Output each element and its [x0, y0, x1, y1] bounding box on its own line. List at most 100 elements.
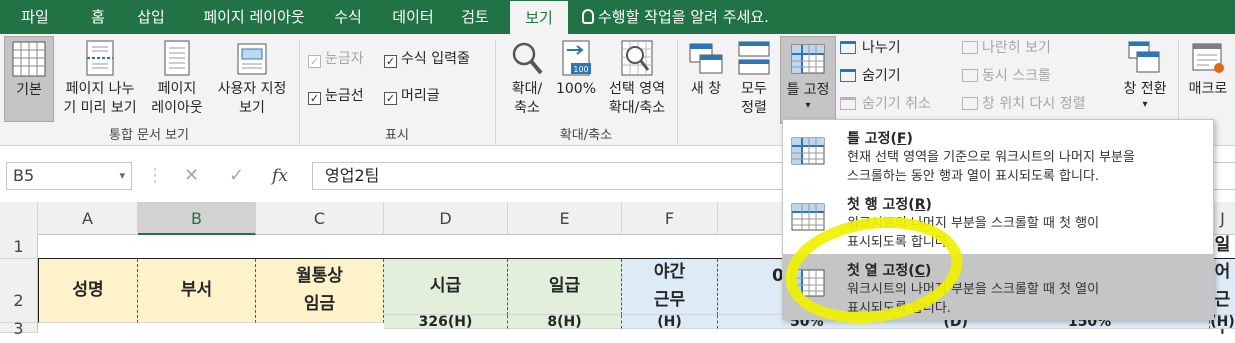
custom-views-icon: [235, 40, 269, 76]
tab-review[interactable]: 검토: [452, 0, 498, 34]
normal-view-button[interactable]: 기본: [4, 36, 54, 122]
switch-windows-label: 창 전환: [1123, 81, 1167, 97]
column-header-a[interactable]: A: [38, 202, 138, 235]
menu-item-title: 틀 고정: [847, 131, 891, 147]
cell-e2[interactable]: 일급: [508, 259, 622, 315]
column-header-f[interactable]: F: [622, 202, 718, 235]
arrange-label-2: 정렬: [741, 100, 767, 116]
unhide-label: 숨기기 취소: [862, 96, 931, 112]
gridlines-checkbox[interactable]: ✓ 눈금선: [308, 84, 364, 108]
tell-me-box[interactable]: 수행할 작업을 알려 주세요.: [582, 0, 769, 34]
menu-item-shortcut: R: [914, 197, 926, 213]
row-header-1[interactable]: 1: [0, 235, 38, 259]
arrange-label-1: 모두: [741, 81, 767, 97]
normal-view-icon: [12, 41, 46, 77]
new-window-label: 새 창: [690, 81, 722, 97]
check-icon: ✓: [384, 55, 397, 68]
tab-data[interactable]: 데이터: [382, 0, 444, 34]
zoom-100-badge: 100: [573, 65, 588, 74]
switch-windows-icon: [1128, 40, 1162, 76]
custom-views-label-1: 사용자 지정: [217, 81, 287, 97]
cell-c2-line1: 월통상: [296, 266, 343, 287]
arrange-all-button[interactable]: 모두 정렬: [732, 36, 776, 118]
freeze-panes-label: 틀 고정: [786, 82, 830, 98]
hide-button[interactable]: 숨기기: [840, 64, 901, 88]
page-layout-icon: [160, 40, 194, 76]
reset-window-position-button[interactable]: 창 위치 다시 정렬: [962, 92, 1086, 116]
ruler-checkbox[interactable]: ✓ 눈금자: [308, 47, 364, 71]
column-header-d[interactable]: D: [384, 202, 508, 235]
row-header-2[interactable]: 2: [0, 259, 38, 323]
zoom-selection-label-2: 확대/축소: [608, 100, 666, 116]
group-label-zoom: 확대/축소: [559, 128, 613, 143]
cell-b2[interactable]: 부서: [138, 259, 256, 323]
zoom-selection-icon: [620, 40, 654, 76]
menu-item-freeze-panes[interactable]: 틀 고정(F) 현재 선택 영역을 기준으로 워크시트의 나머지 부분을 스크롤하…: [783, 122, 1213, 187]
row-header-3[interactable]: 3: [0, 321, 38, 337]
lightbulb-icon: [582, 9, 594, 24]
zoom-100-button[interactable]: 100 100%: [554, 36, 598, 99]
new-window-button[interactable]: 새 창: [684, 36, 728, 99]
headings-checkbox[interactable]: ✓ 머리글: [384, 84, 440, 108]
cancel-icon[interactable]: ✕: [184, 162, 199, 190]
hide-icon: [840, 69, 856, 82]
chevron-down-icon[interactable]: ▾: [119, 163, 125, 189]
cell-c2[interactable]: 월통상 임금: [256, 259, 384, 323]
synchronous-scrolling-button[interactable]: 동시 스크롤: [962, 64, 1051, 88]
normal-view-label: 기본: [16, 82, 42, 98]
unhide-icon: [840, 97, 856, 110]
sync-scroll-label: 동시 스크롤: [982, 68, 1051, 84]
tab-formulas[interactable]: 수식: [326, 0, 370, 34]
reset-position-label: 창 위치 다시 정렬: [982, 96, 1086, 112]
switch-windows-button[interactable]: 창 전환 ▾: [1116, 36, 1174, 111]
column-header-b[interactable]: B: [138, 202, 256, 235]
chevron-down-icon: ▾: [805, 100, 811, 111]
select-all-button[interactable]: [0, 202, 38, 235]
tab-page-layout[interactable]: 페이지 레이아웃: [186, 0, 322, 34]
zoom-button[interactable]: 확대/ 축소: [500, 36, 554, 118]
tab-home[interactable]: 홈: [78, 0, 118, 34]
page-break-label-2: 기 미리 보기: [63, 100, 137, 116]
cell-f2-line2: 근무: [653, 289, 686, 310]
tab-insert[interactable]: 삽입: [128, 0, 174, 34]
split-icon: [840, 41, 856, 54]
page-break-preview-button[interactable]: 페이지 나누 기 미리 보기: [56, 36, 144, 118]
cell-d2[interactable]: 시급: [384, 259, 508, 315]
check-icon: ✓: [384, 92, 397, 105]
magnifier-icon: [510, 40, 544, 76]
unhide-button[interactable]: 숨기기 취소: [840, 92, 931, 116]
zoom-100-icon: 100: [559, 40, 593, 76]
column-header-c[interactable]: C: [256, 202, 384, 235]
page-layout-label-1: 페이지: [157, 81, 197, 97]
ribbon-tab-bar: 파일 홈 삽입 페이지 레이아웃 수식 데이터 검토 보기 수행할 작업을 알려…: [0, 0, 1235, 34]
menu-item-title: 첫 행 고정: [847, 197, 909, 213]
freeze-panes-icon: [791, 136, 827, 168]
split-button[interactable]: 나누기: [840, 36, 901, 60]
zoom-100-label: 100%: [555, 81, 597, 97]
custom-views-label-2: 보기: [239, 100, 265, 116]
page-break-label-1: 페이지 나누: [65, 81, 135, 97]
cell-f2[interactable]: 야간 근무: [622, 259, 718, 315]
view-side-by-side-button[interactable]: 나란히 보기: [962, 36, 1051, 60]
group-label-workbook-views: 통합 문서 보기: [108, 128, 190, 143]
zoom-selection-label-1: 선택 영역: [609, 81, 665, 97]
freeze-panes-icon: [791, 41, 825, 77]
freeze-panes-button[interactable]: 틀 고정 ▾: [780, 36, 836, 124]
column-header-e[interactable]: E: [508, 202, 622, 235]
macros-button[interactable]: 매크로: [1182, 36, 1234, 99]
tab-view[interactable]: 보기: [510, 1, 568, 34]
page-layout-button[interactable]: 페이지 레이아웃: [146, 36, 208, 118]
freeze-top-row-icon: [791, 202, 827, 234]
insert-function-icon[interactable]: fx: [272, 162, 288, 190]
tab-file[interactable]: 파일: [12, 0, 58, 34]
chevron-down-icon: ▾: [1142, 99, 1148, 110]
formula-bar-checkbox[interactable]: ✓ 수식 입력줄: [384, 47, 470, 71]
zoom-to-selection-button[interactable]: 선택 영역 확대/축소: [600, 36, 674, 118]
macros-icon: [1191, 40, 1225, 76]
name-box[interactable]: B5 ▾: [6, 162, 132, 190]
cell-a2[interactable]: 성명: [38, 259, 138, 323]
ruler-label: 눈금자: [325, 51, 364, 67]
enter-icon[interactable]: ✓: [229, 162, 244, 190]
custom-views-button[interactable]: 사용자 지정 보기: [208, 36, 296, 118]
name-box-value: B5: [13, 166, 35, 185]
